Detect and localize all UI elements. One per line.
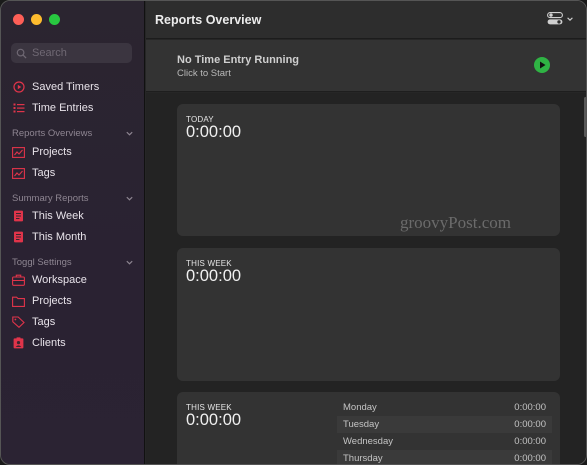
document-icon <box>12 210 25 223</box>
day-name: Wednesday <box>343 436 393 447</box>
day-name: Thursday <box>343 453 383 464</box>
window-controls <box>13 14 60 25</box>
day-time: 0:00:00 <box>514 453 546 464</box>
sidebar-item-label: Clients <box>32 337 66 349</box>
card-time: 0:00:00 <box>186 411 242 429</box>
section-reports-overviews[interactable]: Reports Overviews <box>12 127 134 139</box>
report-icon <box>12 167 25 180</box>
close-window-button[interactable] <box>13 14 24 25</box>
day-row: Wednesday 0:00:00 <box>337 433 552 450</box>
minimize-window-button[interactable] <box>31 14 42 25</box>
main-panel: Reports Overview No Time Entry Running C… <box>146 1 586 464</box>
app-window: Saved Timers Time Entries Reports Overvi… <box>0 0 587 465</box>
day-name: Monday <box>343 402 377 413</box>
sidebar-item-label: This Week <box>32 210 84 222</box>
sidebar-item-overview-projects[interactable]: Projects <box>12 144 72 160</box>
sidebar-item-settings-tags[interactable]: Tags <box>12 314 55 330</box>
sidebar-item-label: Projects <box>32 146 72 158</box>
section-title: Reports Overviews <box>12 127 93 139</box>
page-title: Reports Overview <box>155 13 262 27</box>
document-icon <box>12 231 25 244</box>
card-time: 0:00:00 <box>186 123 242 141</box>
search-input[interactable] <box>32 47 127 59</box>
toggle-menu-button[interactable] <box>547 12 574 25</box>
report-icon <box>12 146 25 159</box>
sidebar-item-overview-tags[interactable]: Tags <box>12 165 55 181</box>
section-summary-reports[interactable]: Summary Reports <box>12 192 134 204</box>
sidebar-item-label: Workspace <box>32 274 87 286</box>
section-title: Summary Reports <box>12 192 89 204</box>
sidebar-item-workspace[interactable]: Workspace <box>12 272 87 288</box>
chevron-down-icon <box>567 16 573 21</box>
day-row: Tuesday 0:00:00 <box>337 416 552 433</box>
play-circle-icon <box>12 81 25 94</box>
briefcase-icon <box>12 274 25 287</box>
sidebar: Saved Timers Time Entries Reports Overvi… <box>1 1 145 464</box>
running-timer-bar[interactable]: No Time Entry Running Click to Start <box>146 40 586 92</box>
sidebar-item-settings-projects[interactable]: Projects <box>12 293 72 309</box>
sidebar-item-this-month[interactable]: This Month <box>12 229 86 245</box>
folder-icon <box>12 295 25 308</box>
search-icon <box>16 48 27 59</box>
this-week-card: THIS WEEK 0:00:00 <box>177 248 560 381</box>
running-title: No Time Entry Running <box>177 54 300 66</box>
running-subtitle: Click to Start <box>177 68 231 79</box>
sidebar-item-label: Tags <box>32 316 56 328</box>
title-bar: Reports Overview <box>146 1 586 39</box>
day-breakdown-list: Monday 0:00:00 Tuesday 0:00:00 Wednesday… <box>337 399 552 464</box>
sidebar-item-this-week[interactable]: This Week <box>12 208 84 224</box>
search-field[interactable] <box>11 43 132 63</box>
sidebar-item-label: Saved Timers <box>32 81 100 93</box>
zoom-window-button[interactable] <box>49 14 60 25</box>
sidebar-item-label: Time Entries <box>32 102 94 114</box>
sidebar-item-label: This Month <box>32 231 87 243</box>
list-icon <box>12 102 25 115</box>
toggle-icon <box>547 12 563 25</box>
chevron-down-icon[interactable] <box>125 258 134 267</box>
reports-content[interactable]: TODAY 0:00:00 groovyPost.com THIS WEEK 0… <box>146 93 586 464</box>
section-toggl-settings[interactable]: Toggl Settings <box>12 256 134 268</box>
sidebar-item-label: Tags <box>32 167 56 179</box>
sidebar-item-clients[interactable]: Clients <box>12 335 66 351</box>
tag-icon <box>12 316 25 329</box>
day-time: 0:00:00 <box>514 402 546 413</box>
play-icon <box>539 61 545 69</box>
day-row: Monday 0:00:00 <box>337 399 552 416</box>
day-row: Thursday 0:00:00 <box>337 450 552 464</box>
card-time: 0:00:00 <box>186 267 242 285</box>
start-timer-button[interactable] <box>534 57 550 73</box>
section-title: Toggl Settings <box>12 256 72 268</box>
chevron-down-icon[interactable] <box>125 129 134 138</box>
clients-icon <box>12 337 25 350</box>
sidebar-item-saved-timers[interactable]: Saved Timers <box>12 79 99 95</box>
sidebar-item-time-entries[interactable]: Time Entries <box>12 100 93 116</box>
day-time: 0:00:00 <box>514 419 546 430</box>
chevron-down-icon[interactable] <box>125 194 134 203</box>
this-week-breakdown-card: THIS WEEK 0:00:00 Monday 0:00:00 Tuesday… <box>177 392 560 464</box>
day-time: 0:00:00 <box>514 436 546 447</box>
day-name: Tuesday <box>343 419 380 430</box>
sidebar-item-label: Projects <box>32 295 72 307</box>
watermark: groovyPost.com <box>400 213 511 232</box>
